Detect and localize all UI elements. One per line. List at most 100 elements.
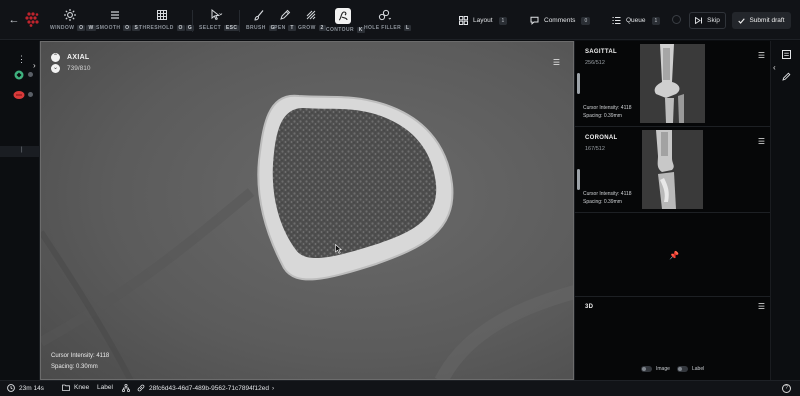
label-text: Label <box>97 384 113 391</box>
layer-row-marker: | <box>21 147 23 153</box>
sagittal-scan-image <box>640 44 705 123</box>
series-id-link[interactable]: 28fc6d43-46d7-489b-9562-71c7894f12ed › <box>137 384 274 392</box>
brush-tool-label: BRUSH G <box>246 25 277 31</box>
layout-count-badge: 1 <box>498 16 508 25</box>
skip-button[interactable]: Skip <box>689 12 726 29</box>
right-sidebar: ‹ <box>770 41 800 380</box>
grow-tool[interactable]: GROW 2 <box>298 8 326 36</box>
sagittal-title: SAGITTAL <box>585 49 617 55</box>
axial-cursor-intensity: Cursor Intensity: 4118 <box>51 353 110 359</box>
threshold-tool[interactable]: THRESHOLD OG <box>139 8 195 36</box>
axial-title: ⌃ AXIAL <box>51 53 90 62</box>
chevron-right-small-icon: › <box>272 384 275 392</box>
layout-grid-icon <box>459 16 468 25</box>
chevron-down-icon[interactable]: ⌄ <box>51 64 60 73</box>
body-part-item[interactable]: Knee <box>62 384 89 391</box>
clock-icon <box>7 384 15 392</box>
queue-button[interactable]: Queue 1 <box>612 12 661 29</box>
coronal-scan-image <box>642 130 703 209</box>
axial-slice-value: 739/810 <box>67 65 91 72</box>
link-icon <box>137 384 145 392</box>
skip-label: Skip <box>707 17 720 24</box>
submit-draft-button[interactable]: Submit draft <box>732 12 791 29</box>
axial-menu-icon[interactable]: ☰ <box>553 58 560 67</box>
top-toolbar: ← WINDOW OW SMOOTH OS THRESHOLD OG SELEC… <box>0 0 800 40</box>
3d-menu-icon[interactable]: ☰ <box>758 302 765 311</box>
contour-tool[interactable]: CONTOUR K <box>326 8 365 36</box>
layout-button[interactable]: Layout 1 <box>459 12 508 29</box>
folder-icon <box>62 384 70 391</box>
comments-button[interactable]: Comments 0 <box>530 12 591 29</box>
sagittal-viewport[interactable]: SAGITTAL 256/512 ☰ Cursor Intensity: 411… <box>574 41 770 126</box>
segment-green-visibility[interactable] <box>28 72 33 77</box>
grow-hatch-icon <box>306 10 316 20</box>
contour-tool-label: CONTOUR K <box>326 27 365 33</box>
smooth-tool-label: SMOOTH OS <box>96 25 141 31</box>
3d-viewport[interactable]: 3D ☰ Image Label <box>574 296 770 380</box>
image-toggle[interactable]: Image <box>641 366 670 372</box>
series-id-text: 28fc6d43-46d7-489b-9562-71c7894f12ed <box>149 384 269 392</box>
brand-logo-icon <box>25 12 39 27</box>
chevron-left-icon[interactable]: ‹ <box>773 63 776 72</box>
help-icon[interactable]: ? <box>782 384 791 393</box>
bottom-status-bar: 23m 14s Knee Label 28fc6d43-46d7-489b-95… <box>0 380 800 396</box>
threshold-tool-label: THRESHOLD OG <box>139 25 195 31</box>
hole-filler-tool-label: HOLE FILLER L <box>364 25 412 31</box>
layer-row-selected[interactable]: | <box>0 146 40 157</box>
image-toggle-switch[interactable] <box>641 366 652 372</box>
sagittal-spacing: Spacing: 0.39mm <box>583 113 622 119</box>
window-tool[interactable]: WINDOW OW <box>50 8 96 36</box>
timer-status-icon <box>672 15 681 24</box>
pencil-edit-icon[interactable] <box>782 72 791 81</box>
label-item[interactable]: Label <box>97 384 113 391</box>
brush-tool[interactable]: BRUSH G <box>246 8 277 36</box>
coronal-slice: 167/512 <box>585 146 605 152</box>
axial-spacing: Spacing: 0.30mm <box>51 364 98 370</box>
pen-tool[interactable]: PEN T <box>274 8 296 36</box>
label-toggle-switch[interactable] <box>677 366 688 372</box>
brush-icon <box>254 10 264 21</box>
sagittal-cursor-intensity: Cursor Intensity: 4118 <box>583 105 632 111</box>
chevron-up-icon[interactable]: ⌃ <box>51 53 60 62</box>
chat-panel-icon[interactable] <box>782 50 791 59</box>
lines-icon <box>111 11 119 19</box>
session-timer: 23m 14s <box>7 384 44 392</box>
sun-icon <box>64 9 76 21</box>
label-toggle[interactable]: Label <box>677 366 704 372</box>
more-vertical-icon[interactable]: ⋮ <box>17 55 26 64</box>
axial-slice: ⌄ 739/810 <box>51 64 91 73</box>
coronal-viewport[interactable]: CORONAL 167/512 ☰ Cursor Intensity: 4118… <box>574 126 770 212</box>
smooth-tool[interactable]: SMOOTH OS <box>96 8 141 36</box>
coronal-spacing: Spacing: 0.39mm <box>583 199 622 205</box>
hierarchy-icon <box>122 384 130 392</box>
sagittal-scrollbar[interactable] <box>577 73 580 94</box>
hole-filler-tool[interactable]: HOLE FILLER L <box>364 8 412 36</box>
coronal-scrollbar[interactable] <box>577 169 580 190</box>
coronal-menu-icon[interactable]: ☰ <box>758 137 765 146</box>
label-toggle-label: Label <box>692 366 705 372</box>
mouse-pointer-icon <box>335 244 342 254</box>
pin-icon[interactable]: 📌 <box>669 251 679 260</box>
comment-bubble-icon <box>530 16 539 25</box>
segment-green-icon[interactable] <box>13 70 25 80</box>
sagittal-menu-icon[interactable]: ☰ <box>758 51 765 60</box>
queue-label: Queue <box>626 17 646 24</box>
queue-count-badge: 1 <box>651 16 661 25</box>
toolbar-divider <box>192 10 193 32</box>
axial-title-text: AXIAL <box>67 54 90 61</box>
empty-viewport[interactable]: 📌 <box>574 212 770 296</box>
hierarchy-item[interactable] <box>122 384 134 392</box>
coronal-title: CORONAL <box>585 135 618 141</box>
axial-viewport[interactable]: ⌃ AXIAL ⌄ 739/810 ☰ Cursor Intensity: 41… <box>40 41 574 380</box>
axial-scan-image <box>41 42 573 379</box>
segment-red-icon[interactable] <box>13 90 25 100</box>
back-arrow-icon[interactable]: ← <box>8 13 20 27</box>
segment-red-visibility[interactable] <box>28 92 33 97</box>
select-tool[interactable]: SELECT ESC <box>199 8 240 36</box>
grid-icon <box>157 10 167 20</box>
contour-curve-icon <box>335 8 351 24</box>
hole-filler-icon <box>378 9 391 21</box>
toolbar-divider <box>239 10 240 32</box>
layout-label: Layout <box>473 17 493 24</box>
chevron-right-icon[interactable]: › <box>33 61 36 70</box>
